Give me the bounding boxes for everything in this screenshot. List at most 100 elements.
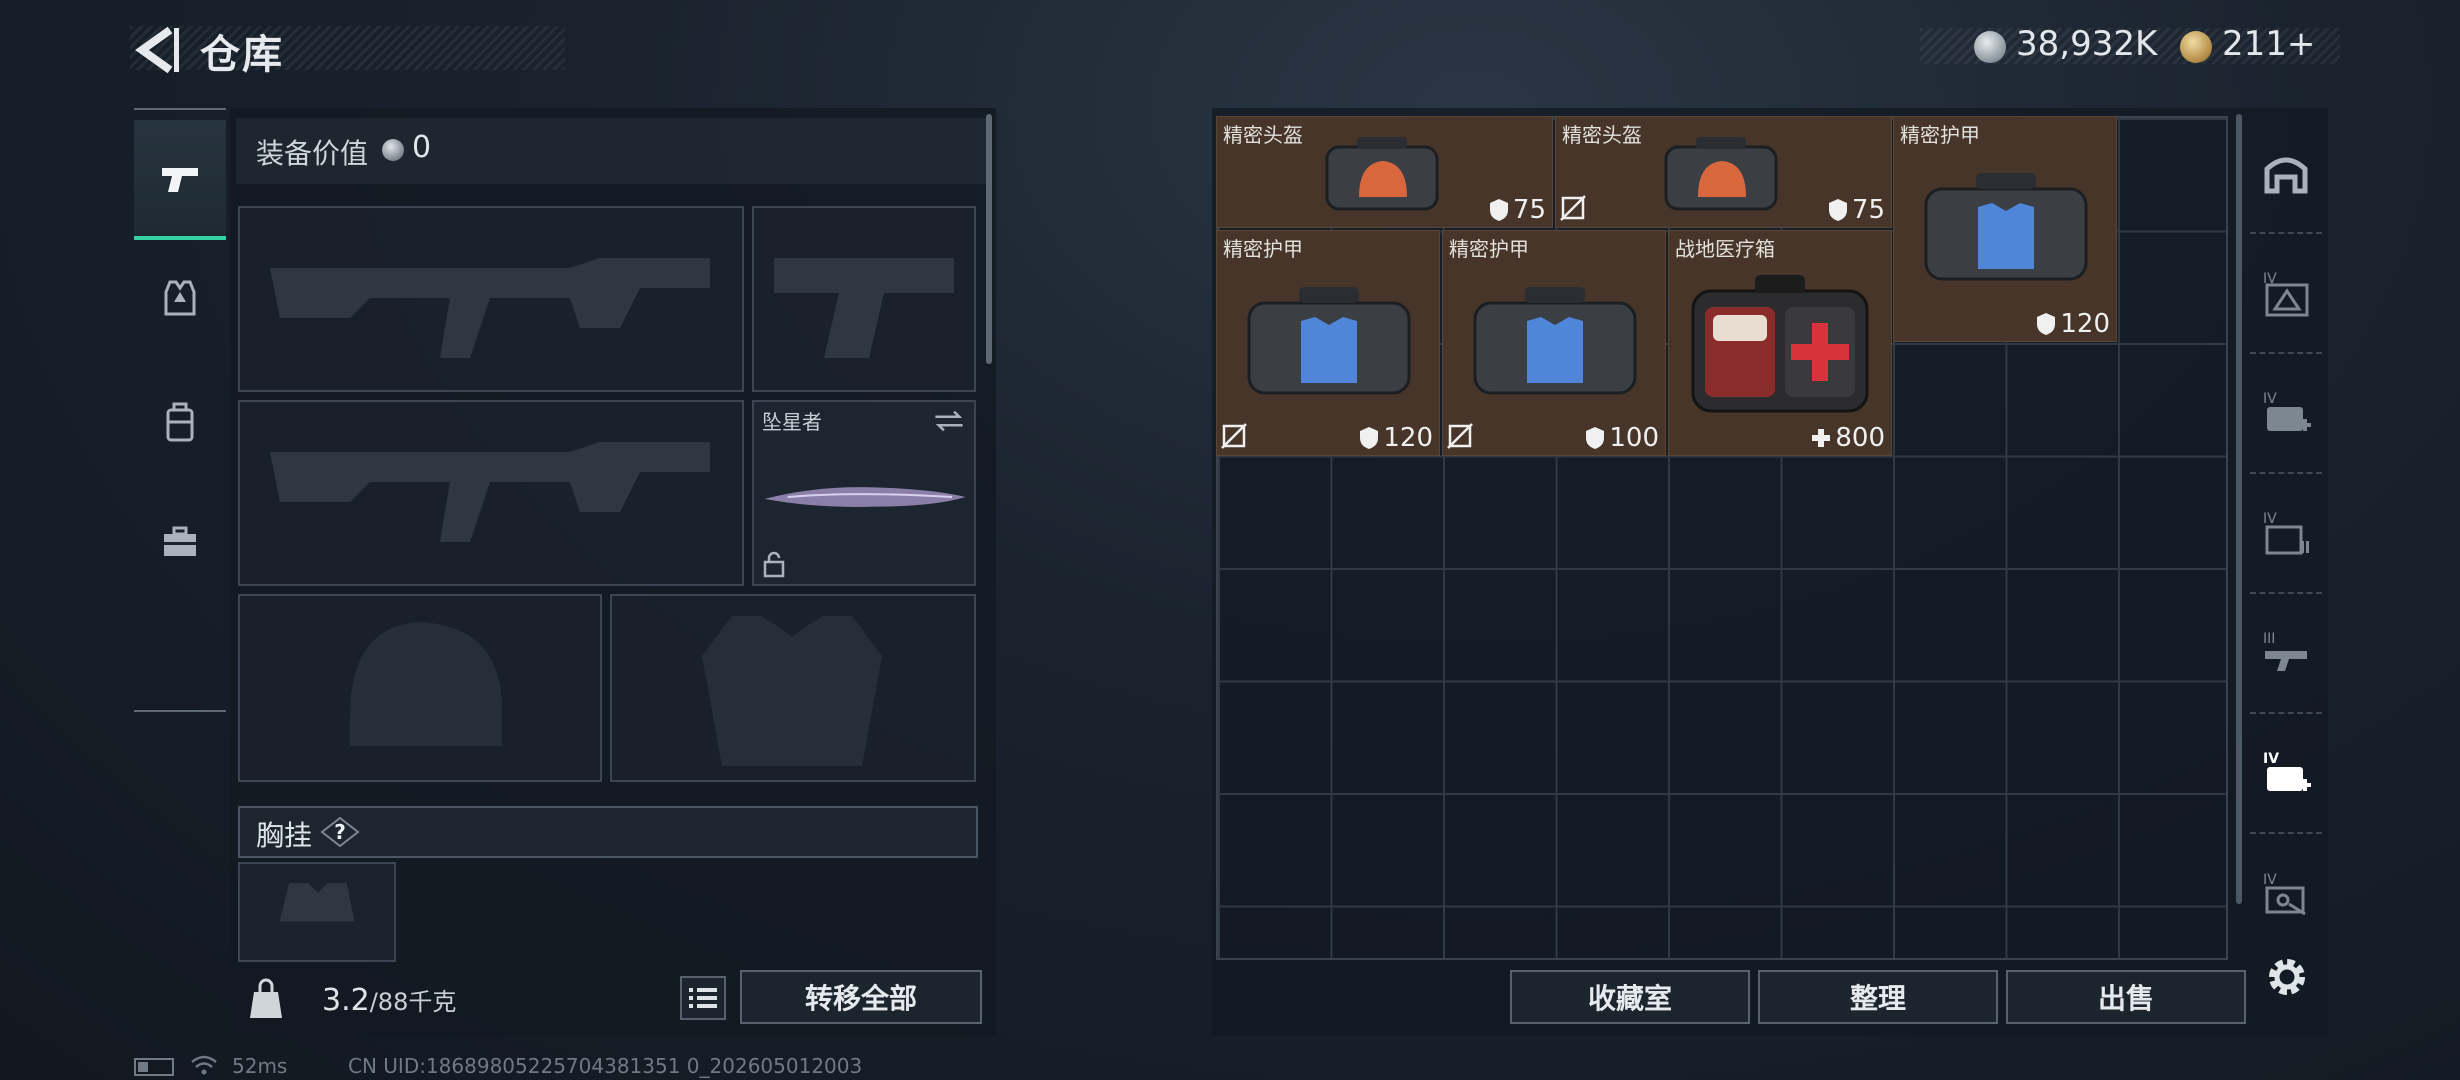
list-view-button[interactable] xyxy=(680,976,726,1020)
armor-vest-icon xyxy=(164,280,196,316)
item-durability: 120 xyxy=(2036,309,2110,339)
item-heal-value: 800 xyxy=(1835,423,1885,453)
svg-text:III: III xyxy=(2263,631,2275,647)
item-heal-amount: 800 xyxy=(1811,423,1885,453)
backpack-icon xyxy=(166,402,194,442)
svg-text:IV: IV xyxy=(2263,751,2279,767)
tab-backpack[interactable] xyxy=(134,362,226,482)
item-name: 精密护甲 xyxy=(1449,237,1529,261)
helmet-case-icon xyxy=(1325,137,1439,211)
settings-gear-icon[interactable] xyxy=(2262,952,2312,1002)
storage-item[interactable]: 精密头盔 75 xyxy=(1555,116,1892,228)
storage-item[interactable]: 精密护甲 120 xyxy=(1216,230,1440,456)
filter-weapon-parts[interactable]: III xyxy=(2250,596,2322,714)
svg-text:IV: IV xyxy=(2263,511,2277,527)
gold-currency-amount[interactable]: 211+ xyxy=(2222,24,2315,64)
no-repair-icon xyxy=(1447,423,1473,449)
weapon-filter-icon: III xyxy=(2263,631,2307,671)
shield-icon xyxy=(2037,313,2056,335)
storage-item[interactable]: 精密护甲 100 xyxy=(1442,230,1666,456)
filter-helmet[interactable]: IV xyxy=(2250,236,2322,354)
swap-icon[interactable] xyxy=(932,408,966,434)
armor-case-icon xyxy=(1924,173,2088,281)
item-name: 精密头盔 xyxy=(1223,123,1303,147)
storage-item[interactable]: 精密头盔 75 xyxy=(1216,116,1553,228)
item-durability-value: 120 xyxy=(2060,309,2110,339)
filter-medical-active[interactable]: IV xyxy=(2250,716,2322,834)
collection-room-button[interactable]: 收藏室 xyxy=(1510,970,1750,1024)
carry-weight-max: /88千克 xyxy=(369,988,457,1016)
equipment-scrollbar[interactable] xyxy=(986,114,992,364)
item-durability: 120 xyxy=(1359,423,1433,453)
filter-ammo[interactable]: IV xyxy=(2250,476,2322,594)
knife-item-icon xyxy=(764,487,966,507)
silver-coin-icon xyxy=(1974,31,2006,63)
pistol-icon xyxy=(162,168,198,192)
silver-currency-amount: 38,932K xyxy=(2016,24,2158,64)
carry-weight: 3.2/88千克 xyxy=(322,982,456,1018)
help-icon[interactable]: ? xyxy=(320,816,360,848)
armor-case-icon xyxy=(1247,287,1411,395)
storage-scrollbar[interactable] xyxy=(2236,114,2242,904)
tab-helmet-armor[interactable] xyxy=(134,238,226,358)
chest-rig-label: 胸挂 xyxy=(256,819,313,852)
item-name: 战地医疗箱 xyxy=(1675,237,1775,261)
item-name: 精密头盔 xyxy=(1562,123,1642,147)
armor-slot[interactable] xyxy=(610,594,976,782)
storage-filter-tabs: IV IV IV III IV IV xyxy=(2250,116,2322,946)
sell-button[interactable]: 出售 xyxy=(2006,970,2246,1024)
item-durability-value: 75 xyxy=(1851,195,1885,225)
lock-icon xyxy=(763,551,785,578)
storage-item[interactable]: 战地医疗箱 800 xyxy=(1668,230,1892,456)
chest-rig-slot[interactable] xyxy=(238,862,396,962)
storage-item[interactable]: 精密护甲 120 xyxy=(1893,116,2117,342)
equipment-value-label: 装备价值 xyxy=(256,137,369,170)
filter-all[interactable] xyxy=(2250,116,2322,234)
organize-button[interactable]: 整理 xyxy=(1758,970,1998,1024)
battery-icon xyxy=(134,1058,174,1076)
sidearm-slot[interactable] xyxy=(752,206,976,392)
wifi-icon xyxy=(191,1055,217,1075)
no-repair-icon xyxy=(1221,423,1247,449)
medkit-icon xyxy=(1691,275,1869,413)
melee-slot[interactable]: 坠星者 xyxy=(752,400,976,586)
item-name: 精密护甲 xyxy=(1223,237,1303,261)
secondary-weapon-slot[interactable] xyxy=(238,400,744,586)
gold-coin-icon xyxy=(2180,31,2212,63)
chest-rig-silhouette-icon xyxy=(279,883,355,922)
ammo-filter-icon: IV xyxy=(2263,511,2309,555)
user-uid: CN UID:18689805225704381351 0_2026050120… xyxy=(348,1054,863,1078)
item-durability-value: 75 xyxy=(1512,195,1546,225)
shield-icon xyxy=(1586,427,1605,449)
armor-case-icon xyxy=(1473,287,1637,395)
shield-icon xyxy=(1489,199,1508,221)
item-durability-value: 120 xyxy=(1383,423,1433,453)
svg-text:?: ? xyxy=(334,820,346,844)
back-arrow-icon[interactable] xyxy=(130,22,180,78)
toolbox-icon xyxy=(164,526,196,556)
title-bar-background xyxy=(130,26,565,70)
page-title: 仓库 xyxy=(200,32,284,78)
melee-item-name: 坠星者 xyxy=(762,410,822,434)
transfer-all-button[interactable]: 转移全部 xyxy=(740,970,982,1024)
loadout-tabs xyxy=(134,108,226,712)
weight-bag-icon xyxy=(250,978,282,1018)
primary-weapon-slot[interactable] xyxy=(238,206,744,392)
medical-filter-icon: IV xyxy=(2263,391,2311,431)
filter-keys[interactable]: IV xyxy=(2250,836,2322,954)
rifle-silhouette-icon xyxy=(270,442,710,542)
item-name: 精密护甲 xyxy=(1900,123,1980,147)
filter-medical[interactable]: IV xyxy=(2250,356,2322,474)
ping: 52ms xyxy=(232,1054,288,1078)
helmet-slot[interactable] xyxy=(238,594,602,782)
tab-toolbox[interactable] xyxy=(134,482,226,602)
tab-weapons[interactable] xyxy=(134,120,226,240)
item-durability: 100 xyxy=(1585,423,1659,453)
carry-weight-current: 3.2 xyxy=(322,983,370,1018)
no-repair-icon xyxy=(1560,195,1586,221)
silver-coin-icon xyxy=(382,139,404,161)
item-durability: 75 xyxy=(1828,195,1885,225)
plus-icon xyxy=(1812,429,1831,447)
item-durability-value: 100 xyxy=(1609,423,1659,453)
helmet-filter-icon: IV xyxy=(2263,271,2309,317)
